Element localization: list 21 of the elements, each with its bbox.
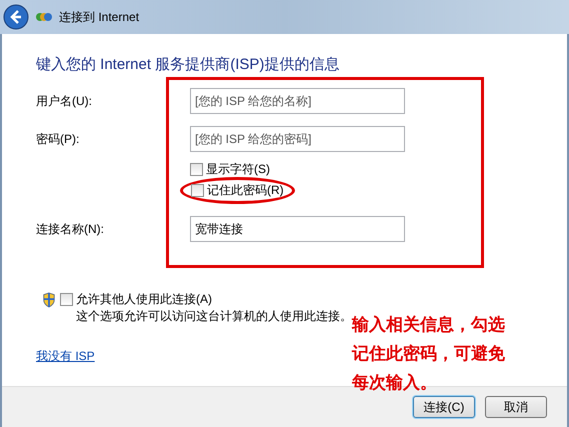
- checkbox[interactable]: [191, 184, 204, 197]
- checkbox[interactable]: [60, 293, 73, 306]
- checkbox-label: 记住此密码(R): [207, 183, 284, 198]
- field-label: 连接名称(N):: [36, 221, 105, 238]
- checkbox[interactable]: [190, 163, 203, 176]
- description: 这个选项允许可以访问这台计算机的人使用此连接。: [76, 308, 352, 323]
- shield-icon: [42, 292, 56, 308]
- checkbox-label: 显示字符(S): [206, 162, 270, 177]
- input-field[interactable]: 宽带连接: [190, 216, 405, 242]
- field-label: 用户名(U):: [36, 93, 93, 110]
- heading: 键入您的 Internet 服务提供商(ISP)提供的信息: [36, 56, 340, 74]
- field-label: 密码(P):: [36, 131, 80, 148]
- connect-button[interactable]: 连接(C): [413, 396, 475, 418]
- cancel-button[interactable]: 取消: [485, 396, 547, 418]
- no-isp-link[interactable]: 我没有 ISP: [36, 347, 95, 365]
- input-field[interactable]: [您的 ISP 给您的密码]: [190, 126, 405, 152]
- checkbox-label: 允许其他人使用此连接(A): [76, 292, 212, 307]
- annotation: 输入相关信息，勾选记住此密码，可避免每次输入。: [352, 314, 506, 394]
- network-icon: [35, 11, 53, 23]
- input-field[interactable]: [您的 ISP 给您的名称]: [190, 88, 405, 114]
- window-title: 连接到 Internet: [59, 9, 140, 26]
